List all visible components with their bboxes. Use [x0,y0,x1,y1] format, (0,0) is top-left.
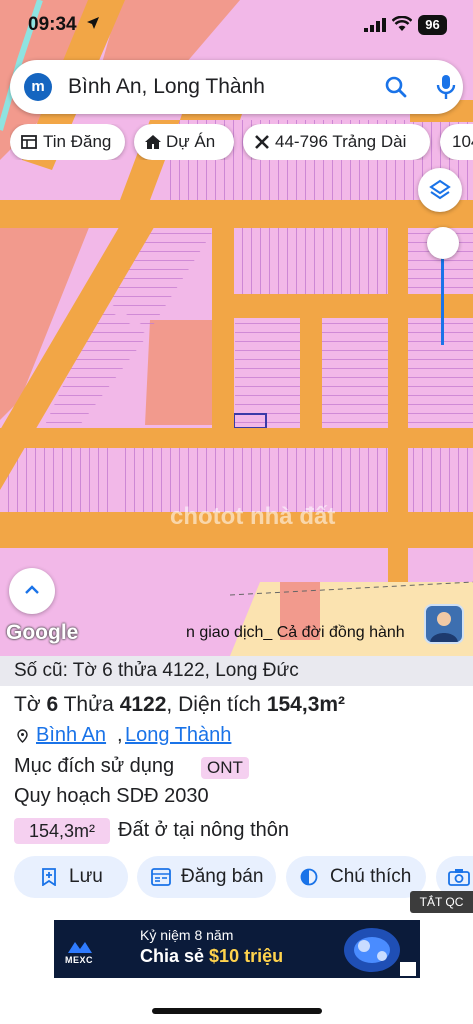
expand-up-button[interactable] [9,568,55,614]
save-label: Lưu [69,866,103,887]
chip-label: Dự Án [166,132,216,151]
planning-land-type: Đất ở tại nông thôn [118,819,290,841]
old-parcel-text: Số cũ: Tờ 6 thửa 4122, Long Đức [14,660,299,681]
location-arrow-icon [87,17,99,29]
house-icon [145,135,161,149]
ad-brand: MEXC [65,955,94,965]
chip-more[interactable]: 104 [440,124,473,160]
land-use-label: Mục đích sử dụng [14,755,175,777]
agent-avatar[interactable] [424,604,464,644]
filter-chips: Tin Đăng Dự Án 44-796 Trảng Dài 104 [10,124,473,160]
watermark-text: chotot nhà đất [170,503,335,530]
status-bar: 09:34 96 [0,0,473,50]
location-pin-icon [17,729,28,743]
ad-subheadline-prefix: Chia sẻ [140,946,205,966]
status-time: 09:34 [28,14,77,35]
search-bar[interactable]: m [10,60,463,114]
old-parcel-info: Số cũ: Tờ 6 thửa 4122, Long Đức [0,656,473,686]
layers-button[interactable] [418,168,462,212]
sheet-label: Tờ [14,693,41,716]
brand-logo-icon [68,942,92,953]
legend-label: Chú thích [330,866,412,887]
google-attribution: Google [6,621,79,644]
search-input[interactable] [68,73,368,101]
marquee-banner: n giao dịch_ Cả đời đồng hành [186,624,405,641]
opacity-slider-handle[interactable] [427,227,459,259]
layers-icon [429,179,451,200]
battery-indicator: 96 [418,15,447,35]
camera-icon [448,869,470,886]
close-ad-button[interactable]: TẮT QC [410,891,473,913]
chip-du-an[interactable]: Dự Án [134,124,234,160]
post-sale-label: Đăng bán [181,866,264,887]
action-buttons: Lưu Đăng bán Chú thích [0,856,473,898]
person-icon [430,612,458,642]
post-sale-button[interactable]: Đăng bán [137,856,276,898]
contrast-icon [300,868,318,886]
cross-tools-icon [255,135,269,149]
wifi-icon [392,16,412,31]
newspaper-icon [21,135,37,149]
ward-link[interactable]: Bình An [36,724,106,747]
parcel-details-panel: Tờ 6 Thửa 4122, Diện tích 154,3m² Bình A… [0,686,473,1024]
chip-tin-dang[interactable]: Tin Đăng [10,124,125,160]
save-button[interactable]: Lưu [14,856,128,898]
ad-headline: Kỷ niệm 8 năm [140,927,234,943]
ad-banner[interactable]: MEXC Kỷ niệm 8 năm Chia sẻ $10 triệu [54,920,420,978]
parcel-number: 4122 [119,693,167,716]
sheet-number: 6 [46,693,59,716]
adchoices-icon[interactable] [400,962,416,976]
parcel-label: Thửa [63,693,114,716]
parcel-title: Tờ 6 Thửa 4122, Diện tích 154,3m² [14,693,346,716]
land-use-code-badge: ONT [201,757,249,779]
area-label: Diện tích [178,693,261,716]
chip-label: 44-796 Trảng Dài [275,132,407,151]
search-icon[interactable] [384,75,408,99]
area-value: 154,3m² [266,693,346,716]
chevron-up-icon [25,585,39,594]
planning-label: Quy hoạch SDĐ 2030 [14,785,209,807]
district-link[interactable]: Long Thành [125,724,231,747]
chip-label: 104 [452,132,473,151]
chip-label: Tin Đăng [43,132,112,151]
listing-icon [151,868,171,886]
planning-area-badge: 154,3m² [14,818,110,844]
home-indicator [152,1008,322,1014]
chip-trang-dai[interactable]: 44-796 Trảng Dài [243,124,430,160]
microphone-icon[interactable] [436,74,456,100]
ad-subheadline-highlight: $10 triệu [209,946,284,966]
cellular-signal-icon [364,18,386,32]
bookmark-add-icon [42,868,56,886]
app-logo-icon: m [24,73,52,101]
ad-subheadline: Chia sẻ $10 triệu [140,946,283,967]
legend-button[interactable]: Chú thích [286,856,426,898]
